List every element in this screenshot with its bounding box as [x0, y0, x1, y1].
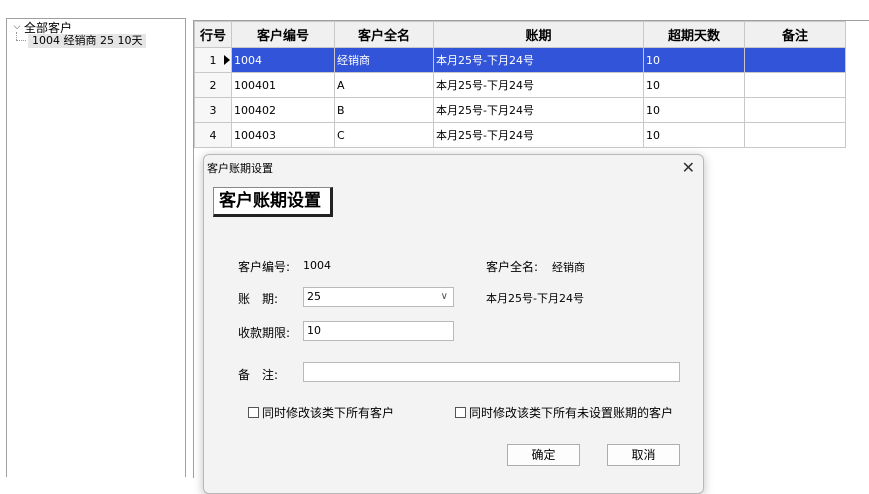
customer-name-label: 客户全名:	[486, 260, 539, 274]
note-input[interactable]	[303, 362, 680, 382]
collection-limit-input[interactable]: 10	[303, 321, 454, 341]
note-cell[interactable]	[744, 72, 846, 98]
tree-connector	[16, 40, 26, 41]
modify-all-label: 同时修改该类下所有客户	[262, 406, 395, 420]
customer-name-cell[interactable]: A	[334, 72, 434, 98]
tree-connector	[16, 32, 17, 40]
customer-code-cell[interactable]: 100403	[231, 122, 335, 148]
table-header-row: 行号 客户编号 客户全名 账期 超期天数 备注	[194, 21, 846, 48]
note-cell[interactable]	[744, 47, 846, 73]
overdue-days-cell[interactable]: 10	[643, 72, 745, 98]
column-header-row-number[interactable]: 行号	[194, 21, 232, 48]
note-cell[interactable]	[744, 97, 846, 123]
cancel-button[interactable]: 取消	[607, 444, 680, 466]
dialog-title: 客户账期设置	[207, 162, 273, 175]
checkbox-box[interactable]	[248, 407, 259, 418]
row-number: 1	[209, 53, 217, 67]
payment-period-cell[interactable]: 本月25号-下月24号	[433, 72, 644, 98]
row-number-cell: 4	[194, 122, 232, 148]
note-cell[interactable]	[744, 122, 846, 148]
tree-node-all-customers[interactable]: ⌵ 全部客户	[11, 20, 73, 35]
row-number-cell: 1	[194, 47, 232, 73]
column-header-customer-code[interactable]: 客户编号	[231, 21, 335, 48]
payment-period-cell[interactable]: 本月25号-下月24号	[433, 122, 644, 148]
customer-code-value: 1004	[303, 259, 331, 272]
overdue-days-cell[interactable]: 10	[643, 97, 745, 123]
chevron-down-icon[interactable]: ⌵	[11, 22, 23, 32]
overdue-days-cell[interactable]: 10	[643, 47, 745, 73]
customer-name-cell[interactable]: C	[334, 122, 434, 148]
column-header-overdue-days[interactable]: 超期天数	[643, 21, 745, 48]
table-row[interactable]: 4 100403 C 本月25号-下月24号 10	[194, 122, 846, 148]
row-number-cell: 2	[194, 72, 232, 98]
customer-name-cell[interactable]: 经销商	[334, 47, 434, 73]
payment-period-dialog: 客户账期设置 ✕ 客户账期设置 客户编号: 1004 客户全名: 经销商 账 期…	[203, 154, 704, 494]
column-header-note[interactable]: 备注	[744, 21, 846, 48]
checkbox-box[interactable]	[455, 407, 466, 418]
customer-code-cell[interactable]: 100402	[231, 97, 335, 123]
collection-limit-label: 收款期限:	[238, 326, 291, 340]
table-row[interactable]: 3 100402 B 本月25号-下月24号 10	[194, 97, 846, 123]
customer-tree[interactable]: ⌵ 全部客户 1004 经销商 25 10天	[6, 18, 186, 477]
customer-name-cell[interactable]: B	[334, 97, 434, 123]
column-header-customer-name[interactable]: 客户全名	[334, 21, 434, 48]
modify-unset-checkbox[interactable]: 同时修改该类下所有未设置账期的客户	[455, 404, 673, 421]
period-description: 本月25号-下月24号	[486, 292, 584, 305]
customer-name-value: 经销商	[552, 261, 585, 274]
overdue-days-cell[interactable]: 10	[643, 122, 745, 148]
customer-code-cell[interactable]: 1004	[231, 47, 335, 73]
customer-code-label: 客户编号:	[238, 260, 291, 274]
chevron-down-icon[interactable]: ∨	[441, 288, 448, 306]
note-label: 备 注:	[238, 368, 279, 382]
period-select-value: 25	[307, 290, 321, 303]
period-label: 账 期:	[238, 292, 279, 306]
payment-period-cell[interactable]: 本月25号-下月24号	[433, 47, 644, 73]
period-select[interactable]: 25 ∨	[303, 287, 454, 307]
modify-unset-label: 同时修改该类下所有未设置账期的客户	[469, 406, 674, 420]
dialog-heading: 客户账期设置	[213, 187, 333, 217]
tree-node-1004[interactable]: 1004 经销商 25 10天	[28, 34, 147, 48]
table-row[interactable]: 1 1004 经销商 本月25号-下月24号 10	[194, 47, 846, 73]
tree-root-label: 全部客户	[24, 20, 73, 35]
row-number-cell: 3	[194, 97, 232, 123]
current-row-arrow-icon	[224, 55, 230, 65]
table-row[interactable]: 2 100401 A 本月25号-下月24号 10	[194, 72, 846, 98]
customer-table: 行号 客户编号 客户全名 账期 超期天数 备注 1 1004 经销商 本月25号…	[194, 21, 846, 148]
ok-button[interactable]: 确定	[507, 444, 580, 466]
column-header-payment-period[interactable]: 账期	[433, 21, 644, 48]
close-icon[interactable]: ✕	[682, 158, 695, 177]
payment-period-cell[interactable]: 本月25号-下月24号	[433, 97, 644, 123]
customer-code-cell[interactable]: 100401	[231, 72, 335, 98]
modify-all-checkbox[interactable]: 同时修改该类下所有客户	[248, 404, 394, 421]
